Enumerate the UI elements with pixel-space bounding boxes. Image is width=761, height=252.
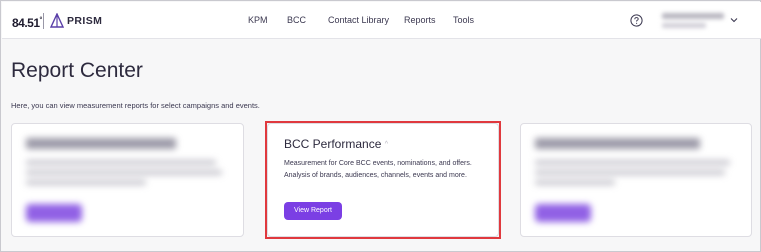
nav-item-kpm[interactable]: KPM [248,15,268,26]
user-account-menu[interactable] [662,11,724,31]
nav-item-contact-library[interactable]: Contact Library [328,15,389,26]
card-title-mark: ^ [384,141,389,148]
page-title: Report Center [11,59,143,82]
chevron-down-icon[interactable] [730,17,738,23]
view-report-button[interactable]: View Report [284,202,342,220]
nav-item-bcc[interactable]: BCC [287,15,306,26]
nav-item-tools[interactable]: Tools [453,15,474,26]
card-title: BCC Performance ^ [284,137,389,151]
company-logo[interactable]: 84.51° [12,14,42,30]
bcc-performance-card: BCC Performance ^ Measurement for Core B… [267,123,499,237]
logo-divider [43,13,44,29]
app-window: 84.51° PRISM KPM BCC Contact Library Rep… [0,0,761,252]
page-subtitle: Here, you can view measurement reports f… [11,101,260,110]
direct-connect-performance-card [520,123,752,237]
product-name[interactable]: PRISM [67,15,102,27]
nav-item-reports[interactable]: Reports [404,15,436,26]
card-description: Measurement for Core BCC events, nominat… [284,160,472,179]
kpm-campaign-performance-card [11,123,244,237]
prism-logo-icon [50,13,64,28]
top-navigation-bar: 84.51° PRISM KPM BCC Contact Library Rep… [2,2,761,39]
help-icon[interactable] [630,14,643,27]
